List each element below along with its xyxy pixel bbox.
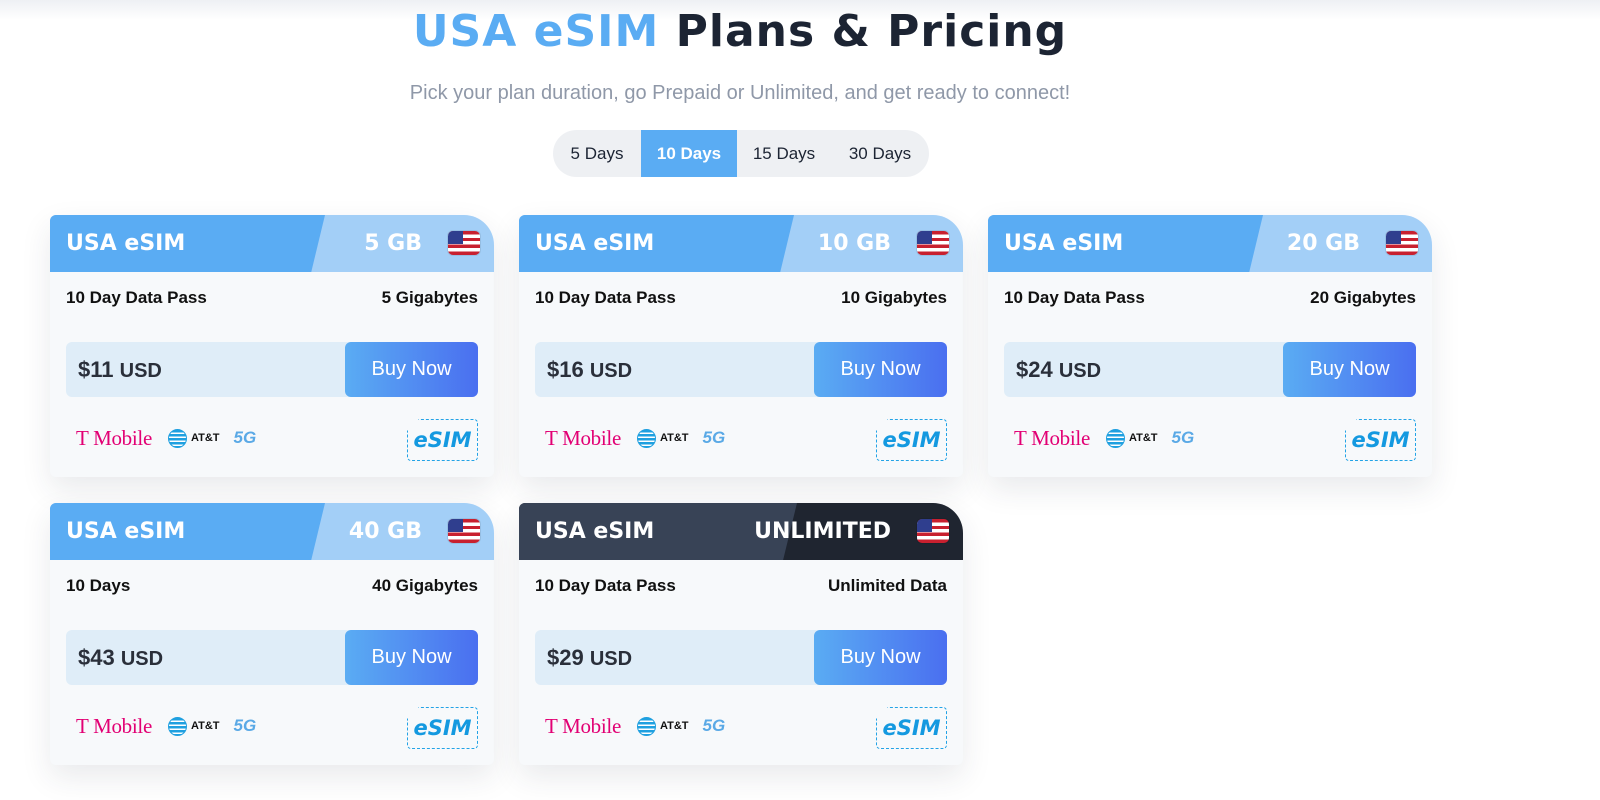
plan-pass: 10 Day Data Pass (535, 576, 676, 595)
buy-now-button[interactable]: Buy Now (345, 342, 478, 397)
price-row: $24 USD Buy Now (1004, 342, 1416, 397)
plan-card-10gb: USA eSIM 10 GB 10 Day Data Pass 10 Gigab… (519, 215, 963, 477)
price-row: $11 USD Buy Now (66, 342, 478, 397)
plan-pass: 10 Day Data Pass (66, 288, 207, 307)
us-flag-icon (917, 519, 949, 543)
plan-price: $24 USD (1016, 357, 1102, 382)
tab-30-days[interactable]: 30 Days (831, 130, 929, 177)
plan-info: 10 Day Data Pass 10 Gigabytes (519, 272, 963, 330)
plan-card-20gb: USA eSIM 20 GB 10 Day Data Pass 20 Gigab… (988, 215, 1432, 477)
plan-price: $11 USD (78, 357, 162, 382)
page-title-rest: Plans & Pricing (675, 6, 1068, 57)
carrier-logos: T Mobile AT&T 5G (1014, 425, 1194, 451)
plan-info: 10 Days 40 Gigabytes (50, 560, 494, 618)
plan-card-header: USA eSIM 20 GB (988, 215, 1432, 272)
price-row: $16 USD Buy Now (535, 342, 947, 397)
plan-data-amount: 10 Gigabytes (841, 288, 947, 307)
plan-name: USA eSIM (535, 231, 655, 256)
plan-info: 10 Day Data Pass 5 Gigabytes (50, 272, 494, 330)
buy-now-button[interactable]: Buy Now (814, 342, 947, 397)
att-logo: AT&T (167, 428, 219, 448)
plan-pass: 10 Day Data Pass (535, 288, 676, 307)
att-globe-icon (1105, 428, 1125, 448)
plan-card-header: USA eSIM 5 GB (50, 215, 494, 272)
att-globe-icon (167, 428, 187, 448)
plan-card-5gb: USA eSIM 5 GB 10 Day Data Pass 5 Gigabyt… (50, 215, 494, 477)
plan-price: $29 USD (547, 645, 633, 670)
tab-10-days[interactable]: 10 Days (641, 130, 737, 177)
plan-name: USA eSIM (535, 519, 655, 544)
us-flag-icon (448, 519, 480, 543)
plan-size: 5 GB (364, 231, 422, 256)
us-flag-icon (1386, 231, 1418, 255)
plan-data-amount: 40 Gigabytes (372, 576, 478, 595)
page-title-accent: USA eSIM (412, 6, 660, 57)
plan-data-amount: 5 Gigabytes (381, 288, 478, 307)
tmobile-logo: T Mobile (1014, 425, 1090, 450)
carrier-logos: T Mobile AT&T 5G (545, 713, 725, 739)
plan-price: $43 USD (78, 645, 164, 670)
buy-now-button[interactable]: Buy Now (345, 630, 478, 685)
plan-data-amount: 20 Gigabytes (1310, 288, 1416, 307)
plan-pass: 10 Day Data Pass (1004, 288, 1145, 307)
esim-chip-icon: eSIM (1345, 419, 1416, 461)
tab-15-days[interactable]: 15 Days (737, 130, 831, 177)
price-row: $29 USD Buy Now (535, 630, 947, 685)
att-logo: AT&T (167, 716, 219, 736)
esim-chip-icon: eSIM (407, 707, 478, 749)
plan-name: USA eSIM (66, 519, 186, 544)
plan-data-amount: Unlimited Data (827, 576, 947, 595)
att-globe-icon (636, 428, 656, 448)
plan-card-header: USA eSIM 40 GB (50, 503, 494, 560)
carrier-logos: T Mobile AT&T 5G (76, 713, 256, 739)
page-title: USA eSIM Plans & Pricing (0, 6, 1480, 57)
plan-card-40gb: USA eSIM 40 GB 10 Days 40 Gigabytes $43 … (50, 503, 494, 765)
tmobile-logo: T Mobile (545, 713, 621, 738)
att-logo: AT&T (1105, 428, 1157, 448)
buy-now-button[interactable]: Buy Now (814, 630, 947, 685)
att-globe-icon (636, 716, 656, 736)
price-row: $43 USD Buy Now (66, 630, 478, 685)
tmobile-logo: T Mobile (76, 713, 152, 738)
esim-chip-icon: eSIM (407, 419, 478, 461)
us-flag-icon (448, 231, 480, 255)
plan-card-header: USA eSIM 10 GB (519, 215, 963, 272)
5g-logo: 5G (702, 716, 726, 735)
att-logo: AT&T (636, 716, 688, 736)
plan-pass: 10 Days (66, 576, 131, 595)
plan-card-header: USA eSIM UNLIMITED (519, 503, 963, 560)
tmobile-logo: T Mobile (545, 425, 621, 450)
plan-card-unlimited: USA eSIM UNLIMITED 10 Day Data Pass Unli… (519, 503, 963, 765)
5g-logo: 5G (702, 428, 726, 447)
plan-name: USA eSIM (1004, 231, 1124, 256)
plan-info: 10 Day Data Pass Unlimited Data (519, 560, 963, 618)
plan-size: 10 GB (817, 231, 891, 256)
plan-size: 40 GB (348, 519, 422, 544)
esim-chip-icon: eSIM (876, 419, 947, 461)
plan-price: $16 USD (547, 357, 633, 382)
plan-name: USA eSIM (66, 231, 186, 256)
att-logo: AT&T (636, 428, 688, 448)
buy-now-button[interactable]: Buy Now (1283, 342, 1416, 397)
esim-chip-icon: eSIM (876, 707, 947, 749)
plan-info: 10 Day Data Pass 20 Gigabytes (988, 272, 1432, 330)
plan-size: UNLIMITED (754, 519, 891, 544)
page-subtitle: Pick your plan duration, go Prepaid or U… (409, 82, 1071, 104)
5g-logo: 5G (233, 716, 257, 735)
plan-size: 20 GB (1286, 231, 1360, 256)
us-flag-icon (917, 231, 949, 255)
tmobile-logo: T Mobile (76, 425, 152, 450)
att-globe-icon (167, 716, 187, 736)
5g-logo: 5G (1171, 428, 1195, 447)
tab-5-days[interactable]: 5 Days (553, 130, 641, 177)
duration-tabs: 5 Days 10 Days 15 Days 30 Days (553, 130, 929, 177)
carrier-logos: T Mobile AT&T 5G (76, 425, 256, 451)
carrier-logos: T Mobile AT&T 5G (545, 425, 725, 451)
5g-logo: 5G (233, 428, 257, 447)
